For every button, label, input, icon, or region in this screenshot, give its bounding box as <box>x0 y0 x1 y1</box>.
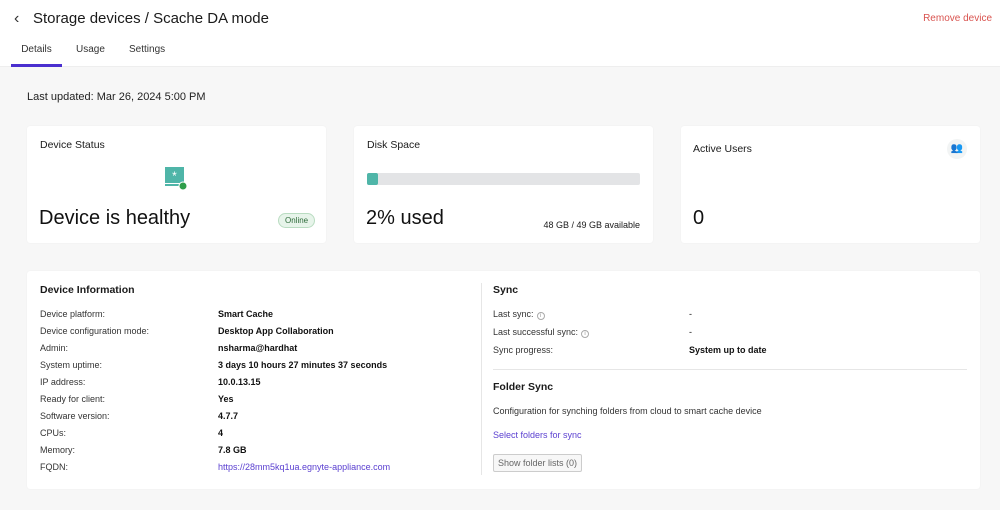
info-value: Yes <box>218 394 234 404</box>
section-title: Device Information <box>40 284 135 296</box>
remove-device-button[interactable]: Remove device <box>923 13 992 24</box>
tab-details[interactable]: Details <box>11 44 62 67</box>
device-status-card: Device Status * Device is healthy Online <box>27 126 326 243</box>
disk-usage-bar <box>367 173 640 185</box>
info-value: Smart Cache <box>218 309 274 319</box>
info-label: IP address: <box>40 377 86 387</box>
card-title: Disk Space <box>367 139 421 151</box>
smart-cache-device-icon: * <box>165 167 188 191</box>
info-value: 4 <box>218 428 224 438</box>
disk-space-card: Disk Space 2% used 48 GB / 49 GB availab… <box>354 126 653 243</box>
info-label: CPUs: <box>40 428 67 438</box>
tab-usage[interactable]: Usage <box>76 44 105 67</box>
disk-available: 48 GB / 49 GB available <box>543 220 640 230</box>
chevron-left-icon[interactable]: ‹ <box>14 10 19 28</box>
info-label: System uptime: <box>40 360 103 370</box>
divider <box>493 369 967 370</box>
sync-value: - <box>689 327 692 337</box>
show-folder-lists-button[interactable]: Show folder lists (0) <box>493 454 583 472</box>
info-label: Memory: <box>40 445 76 455</box>
device-health-status: Device is healthy <box>39 207 191 229</box>
info-value: 3 days 10 hours 27 minutes 37 seconds <box>218 360 388 370</box>
device-information-card: Device Information Device platform: Smart… <box>27 271 980 489</box>
last-updated: Last updated: Mar 26, 2024 5:00 PM <box>27 91 206 103</box>
info-label: Admin: <box>40 343 69 353</box>
info-value: 10.0.13.15 <box>218 377 261 387</box>
folder-sync-description: Configuration for synching folders from … <box>493 406 762 416</box>
info-value: 7.8 GB <box>218 445 247 455</box>
info-value: 4.7.7 <box>218 411 239 421</box>
info-value: nsharma@hardhat <box>218 343 298 353</box>
users-icon[interactable]: 👥 <box>947 139 967 159</box>
page-header: ‹ Storage devices / Scache DA mode Remov… <box>0 0 1000 67</box>
sync-label: Sync progress: <box>493 345 554 355</box>
select-folders-link[interactable]: Select folders for sync <box>493 430 582 447</box>
card-title: Device Status <box>40 139 105 151</box>
fqdn-link[interactable]: https://28mm5kq1ua.egnyte-appliance.com <box>218 462 390 479</box>
sync-value: System up to date <box>689 345 767 355</box>
disk-used-label: 2% used <box>366 207 444 229</box>
info-label: Device platform: <box>40 309 106 319</box>
active-users-count: 0 <box>693 207 705 229</box>
tab-settings[interactable]: Settings <box>129 44 165 67</box>
sync-title: Sync <box>493 284 519 296</box>
page-title: Storage devices / Scache DA mode <box>33 10 269 27</box>
info-label: Software version: <box>40 411 110 421</box>
card-title: Active Users <box>693 143 752 155</box>
info-icon[interactable]: i <box>536 312 545 320</box>
status-badge: Online <box>278 213 316 228</box>
sync-value: - <box>689 309 692 319</box>
info-value: Desktop App Collaboration <box>218 326 334 336</box>
info-icon[interactable]: i <box>581 330 590 338</box>
info-label: FQDN: <box>40 462 68 472</box>
sync-label: Last sync: <box>493 309 534 319</box>
folder-sync-title: Folder Sync <box>493 381 554 393</box>
vertical-divider <box>481 283 482 475</box>
info-label: Device configuration mode: <box>40 326 150 336</box>
info-label: Ready for client: <box>40 394 106 404</box>
svg-text:*: * <box>172 169 177 183</box>
sync-label: Last successful sync: <box>493 327 579 337</box>
active-users-card: Active Users 👥 0 <box>681 126 980 243</box>
disk-usage-fill <box>367 173 378 185</box>
